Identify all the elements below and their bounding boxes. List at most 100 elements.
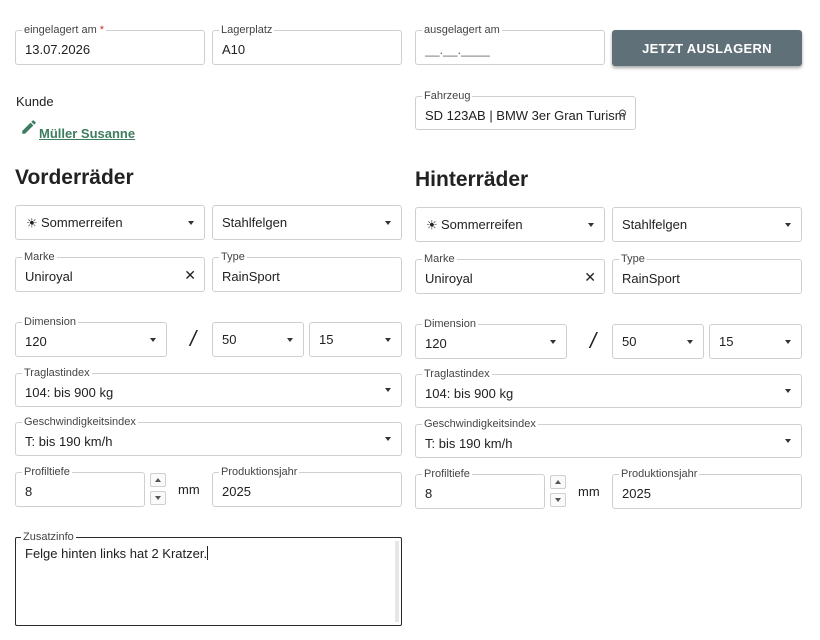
zusatzinfo-textarea[interactable]: Zusatzinfo Felge hinten links hat 2 Krat… [15,531,402,626]
hinten-season-select[interactable]: ☀ Sommerreifen [415,207,605,242]
chevron-down-icon [385,437,391,441]
hinten-profil-label: Profiltiefe [422,468,472,480]
vorne-type-value: RainSport [222,269,280,284]
hinten-profil-unit: mm [578,484,600,499]
select-indicator-icon [619,109,626,117]
clear-icon[interactable]: ✕ [184,268,196,282]
hinten-marke-value: Uniroyal [425,271,473,286]
kunde-label: Kunde [16,94,54,109]
vorne-dimension-width-select[interactable]: Dimension 120 [15,316,167,357]
hinten-type-value: RainSport [622,271,680,286]
hinten-traglast-label: Traglastindex [422,368,492,380]
hinten-profil-value: 8 [425,486,433,501]
hinten-traglast-select[interactable]: Traglastindex 104: bis 900 kg [415,368,802,408]
vorne-marke-field[interactable]: Marke Uniroyal ✕ [15,251,205,292]
hinten-season-value: Sommerreifen [441,216,523,232]
vorne-rim-value: Stahlfelgen [222,214,288,230]
fahrzeug-select[interactable]: Fahrzeug SD 123AB | BMW 3er Gran Turismo [415,90,636,130]
eingelagert-field[interactable]: eingelagert am * 13.07.2026 [15,24,205,65]
hinten-jahr-field[interactable]: Produktionsjahr 2025 [612,468,802,509]
arrow-down-icon [155,496,161,500]
vorne-traglast-value: 104: bis 900 kg [25,385,114,400]
arrow-up-icon [155,478,161,482]
vorne-dimension-ratio-value: 50 [222,331,237,347]
text-cursor [207,546,209,560]
vorne-profil-increment[interactable] [150,473,166,487]
hinten-marke-label: Marke [422,253,457,265]
lagerplatz-field[interactable]: Lagerplatz A10 [212,24,402,65]
vorne-profil-field[interactable]: Profiltiefe 8 [15,466,145,507]
hinten-rim-value: Stahlfelgen [622,216,688,232]
scrollbar[interactable] [395,541,399,622]
vorne-marke-label: Marke [22,251,57,263]
vorne-speed-label: Geschwindigkeitsindex [22,416,138,428]
dimension-separator: / [590,328,597,353]
hinten-speed-label: Geschwindigkeitsindex [422,418,538,430]
required-marker: * [99,24,105,36]
fahrzeug-label: Fahrzeug [422,90,473,102]
sun-icon: ☀ [26,215,38,230]
hinten-profil-decrement[interactable] [550,493,566,507]
eingelagert-label: eingelagert am * [22,24,107,36]
hinterraeder-heading: Hinterräder [415,168,529,191]
hinten-jahr-label: Produktionsjahr [619,468,700,480]
chevron-down-icon [385,337,391,342]
hinten-traglast-value: 104: bis 900 kg [425,386,514,401]
ausgelagert-field[interactable]: ausgelagert am __.__.____ [415,24,605,65]
hinten-jahr-value: 2025 [622,486,651,501]
chevron-down-icon [188,220,194,225]
vorne-dimension-ratio-select[interactable]: 50 [212,322,304,357]
hinten-dimension-label: Dimension [422,318,478,330]
chevron-down-icon [785,339,791,344]
arrow-down-icon [555,498,561,502]
chevron-down-icon [287,337,293,342]
chevron-down-icon [385,388,391,392]
vorne-jahr-label: Produktionsjahr [219,466,300,478]
hinten-rim-select[interactable]: Stahlfelgen [612,207,802,242]
vorne-type-label: Type [219,251,247,263]
chevron-down-icon [785,222,791,227]
hinten-profil-increment[interactable] [550,475,566,489]
vorne-profil-value: 8 [25,484,33,499]
hinten-type-label: Type [619,253,647,265]
kunde-name-link[interactable]: Müller Susanne [39,126,135,141]
vorne-speed-select[interactable]: Geschwindigkeitsindex T: bis 190 km/h [15,416,402,456]
vorne-season-select[interactable]: ☀ Sommerreifen [15,205,205,240]
vorne-speed-value: T: bis 190 km/h [25,434,113,449]
hinten-speed-value: T: bis 190 km/h [425,436,513,451]
hinten-dimension-rim-value: 15 [719,333,734,349]
hinten-dimension-ratio-select[interactable]: 50 [612,324,704,359]
lagerplatz-label: Lagerplatz [219,24,275,36]
vorne-rim-select[interactable]: Stahlfelgen [212,205,402,240]
hinten-profil-field[interactable]: Profiltiefe 8 [415,468,545,509]
vorderraeder-heading: Vorderräder [15,166,134,189]
vorne-profil-decrement[interactable] [150,491,166,505]
vorne-dimension-width-value: 120 [25,334,47,349]
zusatzinfo-label: Zusatzinfo [21,531,76,543]
chevron-down-icon [785,389,791,393]
vorne-jahr-field[interactable]: Produktionsjahr 2025 [212,466,402,507]
chevron-down-icon [150,337,156,342]
hinten-dimension-rim-select[interactable]: 15 [709,324,802,359]
hinten-dimension-width-select[interactable]: Dimension 120 [415,318,567,359]
vorne-dimension-rim-select[interactable]: 15 [309,322,402,357]
vorne-jahr-value: 2025 [222,484,251,499]
fahrzeug-value: SD 123AB | BMW 3er Gran Turismo [425,108,625,123]
hinten-marke-field[interactable]: Marke Uniroyal ✕ [415,253,605,294]
chevron-down-icon [785,439,791,443]
vorne-type-field[interactable]: Type RainSport [212,251,402,292]
hinten-speed-select[interactable]: Geschwindigkeitsindex T: bis 190 km/h [415,418,802,458]
clear-icon[interactable]: ✕ [584,270,596,284]
pencil-icon[interactable] [20,118,38,136]
sun-icon: ☀ [426,217,438,232]
vorne-dimension-rim-value: 15 [319,331,334,347]
zusatzinfo-text: Felge hinten links hat 2 Kratzer. [25,546,209,561]
vorne-traglast-select[interactable]: Traglastindex 104: bis 900 kg [15,367,402,407]
ausgelagert-placeholder: __.__.____ [425,42,491,57]
vorne-traglast-label: Traglastindex [22,367,92,379]
hinten-type-field[interactable]: Type RainSport [612,253,802,294]
eingelagert-value: 13.07.2026 [25,42,91,57]
chevron-down-icon [588,222,594,227]
vorne-dimension-label: Dimension [22,316,78,328]
jetzt-auslagern-button[interactable]: JETZT AUSLAGERN [612,30,802,66]
